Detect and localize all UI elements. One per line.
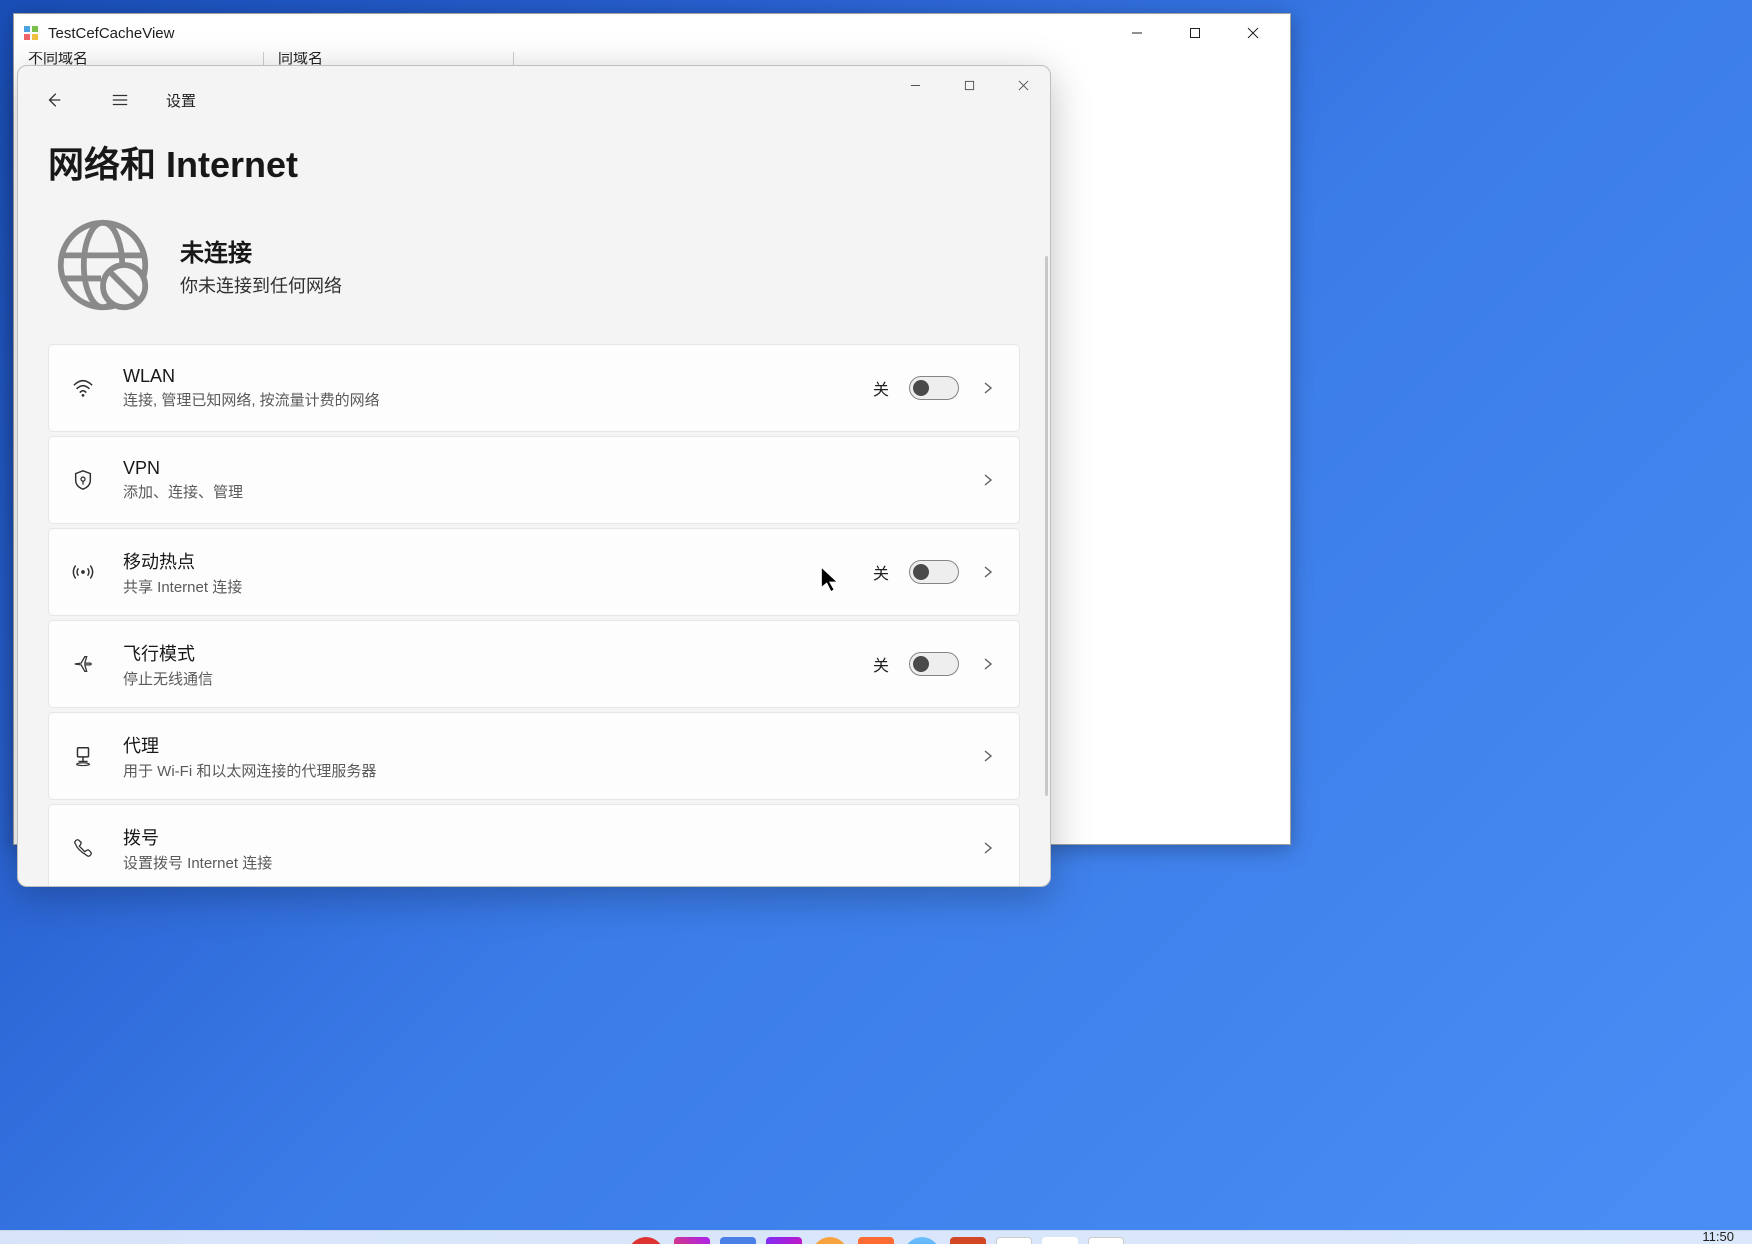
hotspot-icon — [71, 561, 95, 583]
settings-card-wlan[interactable]: WLAN 连接, 管理已知网络, 按流量计费的网络 关 — [48, 344, 1020, 432]
settings-card-vpn[interactable]: VPN 添加、连接、管理 — [48, 436, 1020, 524]
settings-card-hotspot[interactable]: 移动热点 共享 Internet 连接 关 — [48, 528, 1020, 616]
chevron-right-icon — [979, 655, 997, 673]
settings-window: 设置 网络和 Internet 未连接 你未连接到任何网络 — [17, 65, 1051, 887]
taskbar-app-icon[interactable] — [950, 1237, 986, 1244]
airplane-toggle[interactable] — [909, 652, 959, 676]
taskbar-app-icon[interactable] — [812, 1237, 848, 1244]
page-title: 网络和 Internet — [18, 124, 1050, 206]
toggle-state-label: 关 — [873, 560, 889, 584]
hamburger-menu-button[interactable] — [100, 80, 140, 120]
chevron-right-icon — [979, 839, 997, 857]
card-subtitle: 停止无线通信 — [123, 668, 845, 689]
card-subtitle: 连接, 管理已知网络, 按流量计费的网络 — [123, 389, 845, 410]
settings-card-airplane[interactable]: 飞行模式 停止无线通信 关 — [48, 620, 1020, 708]
vpn-shield-icon — [71, 469, 95, 491]
settings-card-proxy[interactable]: 代理 用于 Wi-Fi 和以太网连接的代理服务器 — [48, 712, 1020, 800]
card-subtitle: 共享 Internet 连接 — [123, 576, 845, 597]
taskbar-app-icon[interactable] — [766, 1237, 802, 1244]
connection-status-text: 未连接 你未连接到任何网络 — [180, 233, 342, 298]
taskbar-app-icon[interactable] — [1088, 1237, 1124, 1244]
taskbar-app-icon[interactable] — [1042, 1237, 1078, 1244]
maximize-button[interactable] — [1166, 14, 1224, 52]
airplane-icon — [71, 653, 95, 675]
chevron-right-icon — [979, 747, 997, 765]
globe-disconnected-icon — [54, 216, 152, 314]
card-title: 代理 — [123, 732, 951, 758]
taskbar-app-icon[interactable] — [996, 1237, 1032, 1244]
outer-window-controls — [1108, 14, 1282, 52]
card-title: 飞行模式 — [123, 640, 845, 666]
card-subtitle: 用于 Wi-Fi 和以太网连接的代理服务器 — [123, 760, 951, 781]
minimize-button[interactable] — [1108, 14, 1166, 52]
scrollbar[interactable] — [1045, 256, 1048, 796]
settings-card-list: WLAN 连接, 管理已知网络, 按流量计费的网络 关 VPN 添加、连接、管理 — [18, 344, 1050, 887]
settings-minimize-button[interactable] — [888, 67, 942, 103]
card-title: VPN — [123, 458, 951, 479]
connection-status-title: 未连接 — [180, 233, 342, 268]
taskbar-clock[interactable]: 11:50 — [1702, 1230, 1734, 1244]
taskbar-app-icon[interactable] — [858, 1237, 894, 1244]
header-settings-label: 设置 — [166, 90, 196, 111]
taskbar-app-icon[interactable] — [720, 1237, 756, 1244]
back-button[interactable] — [34, 80, 74, 120]
connection-status-subtitle: 你未连接到任何网络 — [180, 272, 342, 298]
dialup-icon — [71, 837, 95, 859]
card-subtitle: 添加、连接、管理 — [123, 481, 951, 502]
taskbar-app-icon[interactable] — [674, 1237, 710, 1244]
hotspot-toggle[interactable] — [909, 560, 959, 584]
card-title: WLAN — [123, 366, 845, 387]
close-button[interactable] — [1224, 14, 1282, 52]
connection-status-row: 未连接 你未连接到任何网络 — [18, 206, 1050, 344]
proxy-icon — [71, 745, 95, 767]
outer-window-title: TestCefCacheView — [48, 25, 1108, 42]
taskbar-app-icon[interactable] — [904, 1237, 940, 1244]
taskbar[interactable]: 11:50 — [0, 1230, 1752, 1244]
card-subtitle: 设置拨号 Internet 连接 — [123, 852, 951, 873]
taskbar-app-icon[interactable] — [628, 1237, 664, 1244]
card-title: 拨号 — [123, 824, 951, 850]
toggle-state-label: 关 — [873, 652, 889, 676]
app-icon — [22, 24, 40, 42]
wifi-icon — [71, 377, 95, 399]
chevron-right-icon — [979, 379, 997, 397]
outer-titlebar: TestCefCacheView — [14, 14, 1290, 52]
settings-maximize-button[interactable] — [942, 67, 996, 103]
card-title: 移动热点 — [123, 548, 845, 574]
toggle-state-label: 关 — [873, 376, 889, 400]
wlan-toggle[interactable] — [909, 376, 959, 400]
settings-close-button[interactable] — [996, 67, 1050, 103]
settings-card-dialup[interactable]: 拨号 设置拨号 Internet 连接 — [48, 804, 1020, 887]
chevron-right-icon — [979, 471, 997, 489]
chevron-right-icon — [979, 563, 997, 581]
